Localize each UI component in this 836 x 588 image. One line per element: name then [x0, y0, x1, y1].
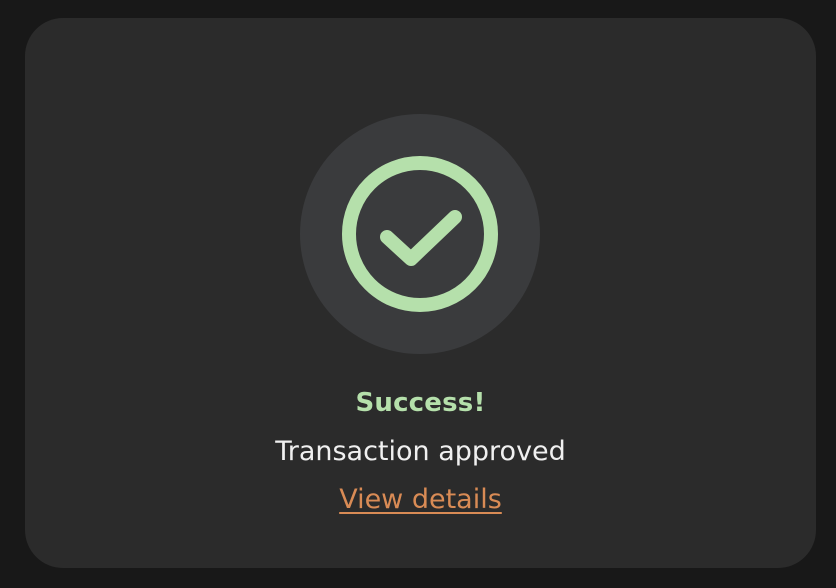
status-icon-badge: [300, 114, 540, 354]
status-title: Success!: [355, 388, 486, 418]
view-details-link[interactable]: View details: [339, 484, 502, 515]
success-card: Success! Transaction approved View detai…: [25, 18, 816, 568]
status-message: Transaction approved: [275, 436, 566, 467]
view-details-container: View details: [25, 484, 816, 515]
check-circle-icon: [342, 156, 498, 312]
